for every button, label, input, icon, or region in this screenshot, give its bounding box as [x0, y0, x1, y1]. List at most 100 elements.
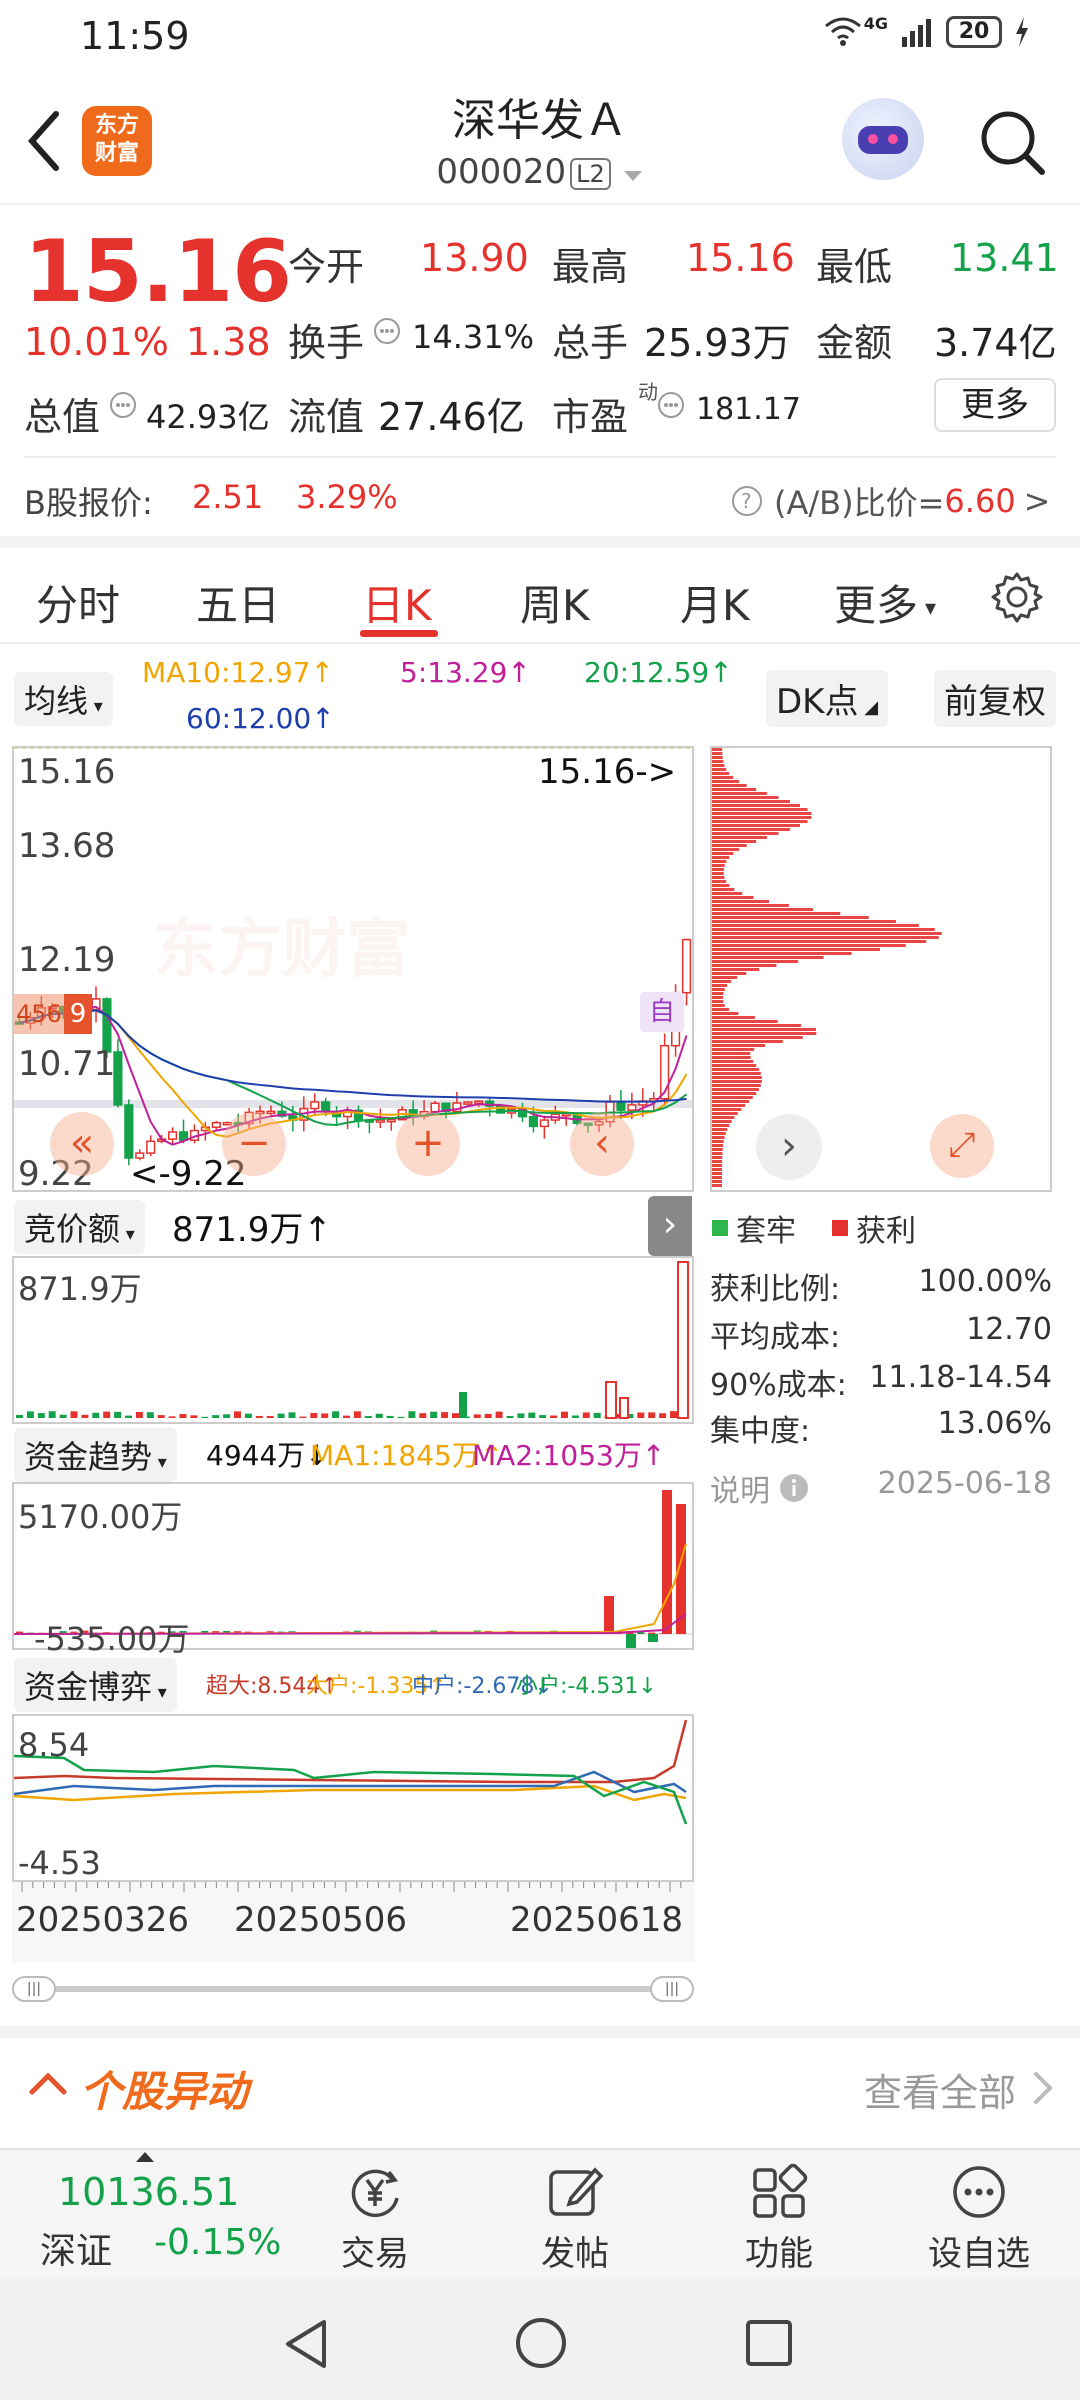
ma-selector[interactable]: 均线 ▾ [14, 672, 113, 726]
search-icon[interactable] [978, 108, 1048, 178]
zoom-out-button[interactable]: − [222, 1112, 286, 1176]
tab-monthly-k[interactable]: 月K [680, 572, 750, 633]
amount-label: 金额 [816, 321, 893, 365]
stock-alerts-header[interactable]: 个股异动 查看全部 [24, 2038, 1056, 2130]
chip-bar [712, 944, 906, 947]
range-handle-left[interactable]: ||| [12, 1976, 56, 2002]
nav-add-watchlist[interactable]: 设自选 [914, 2150, 1044, 2275]
chevron-right-icon [1034, 2072, 1053, 2104]
chip-bar [712, 784, 747, 787]
assistant-robot-icon[interactable] [842, 98, 924, 180]
chevron-up-icon [29, 2072, 67, 2095]
chip-bar [712, 1024, 801, 1027]
bid-bar [659, 1413, 667, 1418]
candle-body [211, 1121, 221, 1128]
chip-bar [712, 948, 880, 951]
self-select-badge[interactable]: 自 [640, 992, 684, 1032]
info-icon[interactable] [108, 390, 138, 420]
info-icon[interactable] [656, 390, 686, 420]
bid-bar [16, 1415, 23, 1418]
bid-bar [473, 1414, 481, 1418]
candle-body [627, 1104, 637, 1111]
chip-bar [712, 1060, 754, 1063]
chip-bar [712, 940, 927, 943]
chip-bar [712, 928, 935, 931]
chip-bar [712, 1012, 739, 1015]
nav-trade[interactable]: 交易 [310, 2150, 440, 2275]
chip-bar [712, 1028, 817, 1031]
chip-canvas [712, 748, 942, 1187]
ab-ratio-value: 6.60 [944, 482, 1016, 520]
info-icon[interactable] [372, 316, 402, 346]
range-handle-right[interactable]: ||| [650, 1976, 694, 2002]
adjust-forward-button[interactable]: 前复权 [934, 670, 1056, 727]
tab-more[interactable]: 更多 ▾ [834, 572, 936, 633]
x-date-3: 20250618 [510, 1900, 684, 1940]
x-ticks [21, 1882, 682, 1892]
zoom-in-button[interactable]: + [396, 1112, 460, 1176]
chip-bar [712, 1132, 726, 1135]
help-icon: ? [732, 486, 762, 516]
bid-bar [386, 1415, 394, 1418]
chip-next-button[interactable]: › [756, 1114, 822, 1180]
bid-bar [190, 1415, 198, 1418]
chip-bar [712, 1032, 817, 1035]
previous-button[interactable]: ‹ [570, 1112, 634, 1176]
more-button[interactable]: 更多 [934, 378, 1056, 432]
settings-gear-icon[interactable] [990, 570, 1044, 624]
chip-bar [712, 980, 732, 983]
expand-icon[interactable]: ⤢ [930, 1114, 994, 1178]
chip-bar [712, 1036, 803, 1039]
kline-chart[interactable]: 东方财富 15.16 13.68 12.19 10.71 9.22 15.16-… [12, 746, 694, 1194]
chip-bar [712, 936, 939, 939]
trend-y-top: 5170.00万 [18, 1498, 183, 1536]
fund-trend-chart: 5170.00万 -535.00万 [12, 1482, 694, 1658]
fund-game-selector[interactable]: 资金博弈 ▾ [14, 1658, 177, 1712]
bid-bar [266, 1415, 274, 1418]
nav-functions[interactable]: 功能 [714, 2150, 844, 2275]
candle-body [124, 1104, 134, 1159]
bid-bar [593, 1412, 601, 1418]
wifi-icon [824, 17, 861, 46]
fund-game-chart: 8.54 -4.53 [12, 1714, 694, 1882]
pe-label: 市盈 [552, 395, 629, 439]
chip-bar [712, 1004, 725, 1007]
bid-volume-selector[interactable]: 竞价额 ▾ [14, 1200, 145, 1254]
collapse-panel-icon[interactable]: › [648, 1196, 692, 1256]
chip-bar [712, 792, 767, 795]
tab-daily-k[interactable]: 日K [362, 572, 432, 633]
chip-bar [712, 1176, 723, 1179]
open-label: 今开 [288, 245, 365, 289]
ab-ratio[interactable]: ? (A/B)比价= 6.60 > [730, 478, 1050, 524]
tab-intraday[interactable]: 分时 [36, 572, 120, 633]
chip-bar [712, 1136, 725, 1139]
rewind-button[interactable]: « [50, 1112, 114, 1176]
range-scrollbar[interactable]: ||| ||| [12, 1974, 694, 2004]
chip-bar [712, 828, 790, 831]
tab-weekly-k[interactable]: 周K [520, 572, 590, 633]
chip-note[interactable]: 说明 [710, 1466, 810, 1510]
bid-bar [452, 1413, 459, 1418]
candle-body [146, 1140, 156, 1154]
nav-recents-square-icon[interactable] [744, 2318, 794, 2368]
bid-bar [135, 1411, 143, 1418]
bid-bar [561, 1411, 568, 1418]
bid-bar [81, 1414, 89, 1418]
nav-post[interactable]: 发帖 [510, 2150, 640, 2275]
nav-back-triangle-icon[interactable] [282, 2318, 330, 2370]
chip-legend: 套牢 获利 [712, 1206, 916, 1250]
index-ticker[interactable]: 10136.51 深证 -0.15% [24, 2150, 294, 2280]
dk-point-button[interactable]: DK点 ◢ [766, 670, 889, 727]
chip-bar [712, 916, 869, 919]
nav-home-circle-icon[interactable] [514, 2316, 568, 2370]
view-all-link[interactable]: 查看全部 [864, 2062, 1016, 2117]
candle-body [321, 1101, 331, 1113]
tab-five-day[interactable]: 五日 [196, 572, 280, 633]
caret-up-icon [136, 2152, 154, 2162]
trend-bar [604, 1596, 614, 1634]
bid-bar [495, 1411, 503, 1418]
bid-bar [517, 1413, 525, 1418]
chip-distribution-chart[interactable]: › ⤢ [710, 746, 1052, 1192]
fund-trend-selector[interactable]: 资金趋势 ▾ [14, 1428, 177, 1482]
chip-bar [712, 1100, 750, 1103]
